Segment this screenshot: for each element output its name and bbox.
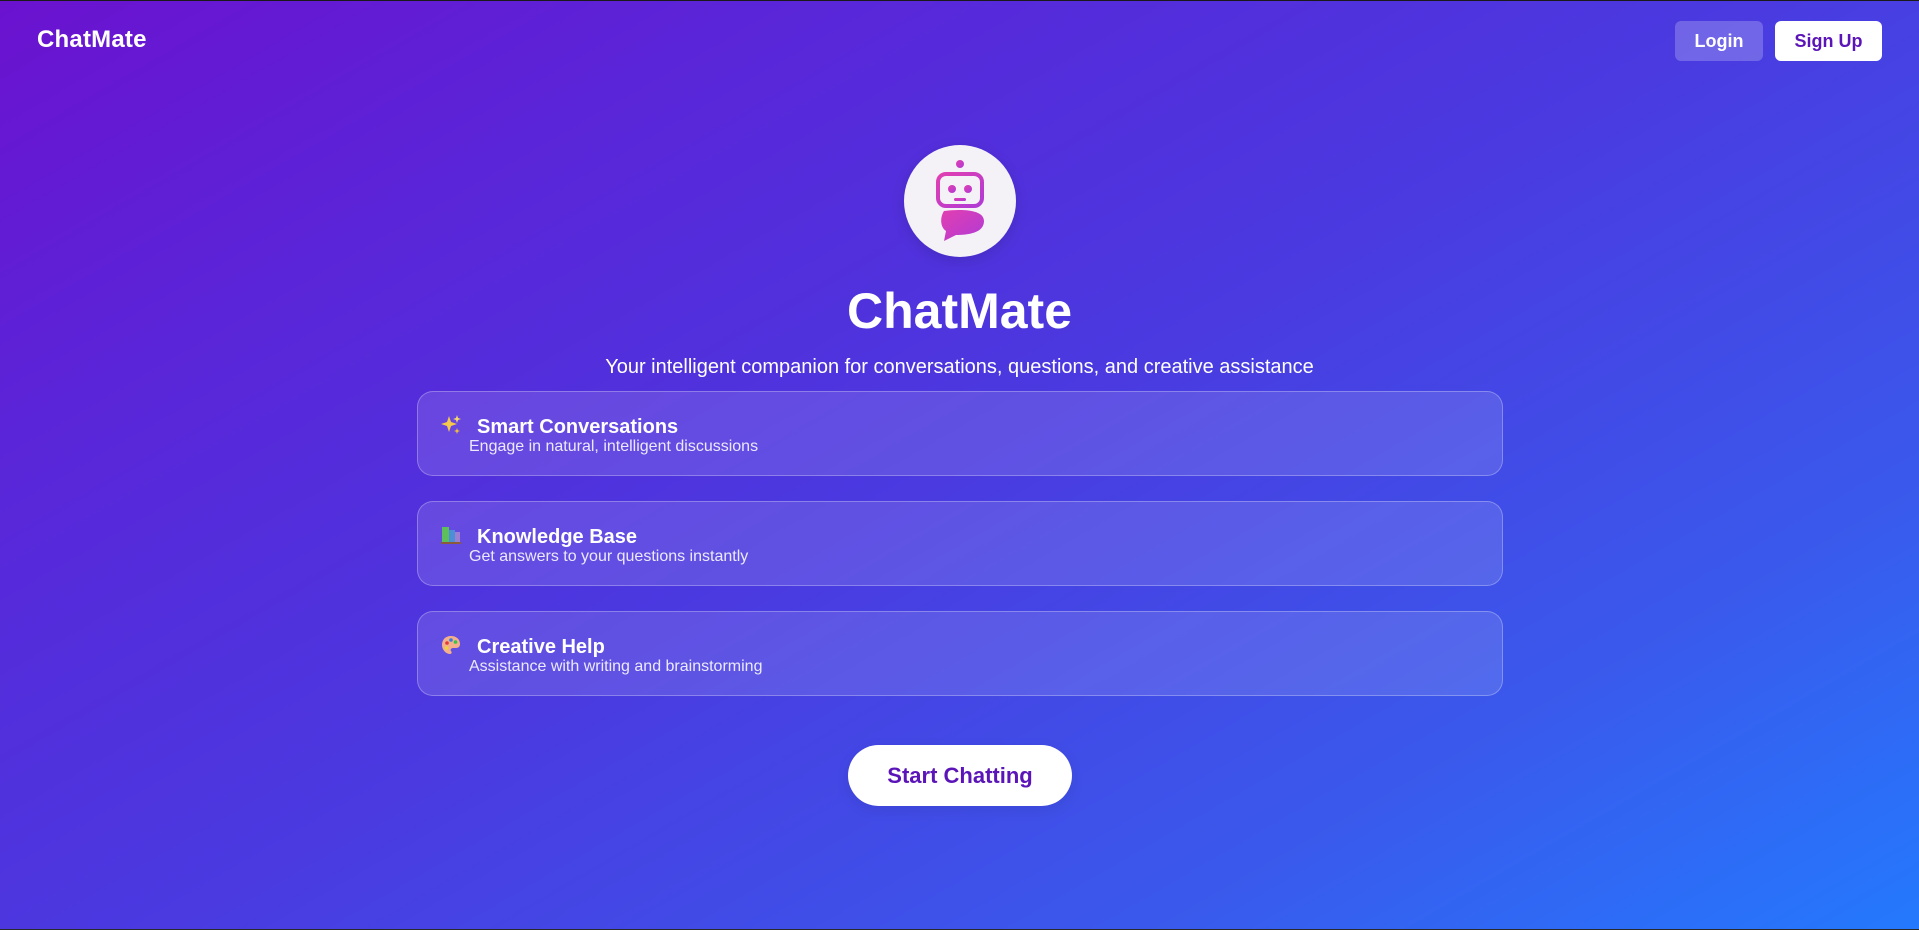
books-icon <box>440 524 462 546</box>
feature-card-knowledge-base: Knowledge Base Get answers to your quest… <box>417 501 1503 586</box>
top-border <box>0 0 1919 1</box>
features-list: Smart Conversations Engage in natural, i… <box>417 391 1503 721</box>
feature-description: Assistance with writing and brainstormin… <box>469 658 763 675</box>
palette-icon <box>440 634 462 656</box>
login-button[interactable]: Login <box>1675 21 1763 61</box>
brand-logo-text[interactable]: ChatMate <box>37 26 147 54</box>
feature-description: Get answers to your questions instantly <box>469 548 749 565</box>
hero-subtitle: Your intelligent companion for conversat… <box>605 356 1314 378</box>
hero-logo <box>904 145 1016 257</box>
signup-button[interactable]: Sign Up <box>1775 21 1882 61</box>
feature-title: Knowledge Base <box>477 526 638 548</box>
start-chatting-button[interactable]: Start Chatting <box>848 745 1072 806</box>
hero-title: ChatMate <box>846 283 1073 339</box>
feature-card-smart-conversations: Smart Conversations Engage in natural, i… <box>417 391 1503 476</box>
feature-title: Creative Help <box>477 636 605 658</box>
feature-card-creative-help: Creative Help Assistance with writing an… <box>417 611 1503 696</box>
sparkles-icon <box>440 414 462 436</box>
feature-description: Engage in natural, intelligent discussio… <box>469 438 759 455</box>
auth-nav: Login Sign Up <box>1675 21 1882 61</box>
feature-title: Smart Conversations <box>477 416 679 438</box>
robot-chat-icon <box>936 160 984 241</box>
